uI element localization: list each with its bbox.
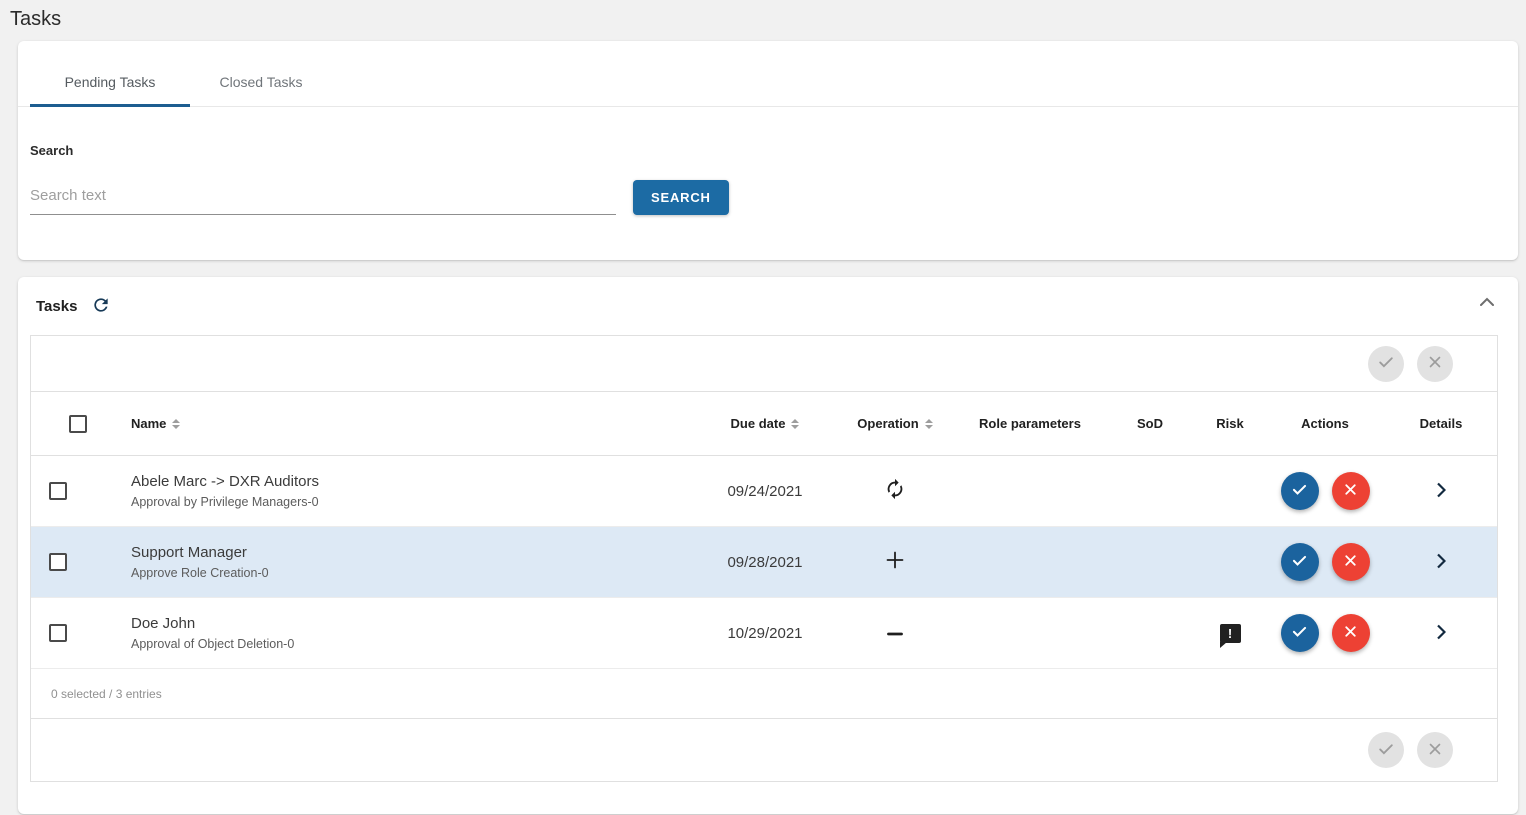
column-header-role-parameters: Role parameters bbox=[955, 416, 1105, 431]
approve-selected-button[interactable] bbox=[1368, 346, 1404, 382]
column-header-operation[interactable]: Operation bbox=[835, 416, 955, 431]
tasks-panel-title: Tasks bbox=[36, 298, 77, 315]
tab-closed-tasks[interactable]: Closed Tasks bbox=[190, 41, 332, 106]
check-icon bbox=[1376, 739, 1396, 762]
close-icon bbox=[1342, 481, 1359, 501]
table-row[interactable]: Abele Marc -> DXR Auditors Approval by P… bbox=[31, 456, 1497, 527]
sort-icon bbox=[791, 419, 799, 429]
sync-operation-icon bbox=[884, 478, 906, 505]
chevron-up-icon bbox=[1480, 295, 1494, 310]
column-header-name[interactable]: Name bbox=[106, 416, 695, 431]
row-checkbox[interactable] bbox=[49, 482, 67, 500]
task-description: Approve Role Creation-0 bbox=[131, 566, 695, 580]
column-header-risk: Risk bbox=[1195, 416, 1265, 431]
column-header-sod-label: SoD bbox=[1137, 416, 1163, 431]
column-header-role-parameters-label: Role parameters bbox=[979, 416, 1081, 431]
refresh-button[interactable] bbox=[91, 295, 111, 318]
sort-icon bbox=[172, 419, 180, 429]
search-input-underline bbox=[30, 187, 616, 215]
approve-button[interactable] bbox=[1281, 472, 1319, 510]
table-header-row: Name Due date Operation Role parameters … bbox=[31, 392, 1497, 456]
approve-button[interactable] bbox=[1281, 614, 1319, 652]
check-icon bbox=[1290, 480, 1309, 502]
column-header-operation-label: Operation bbox=[857, 416, 918, 431]
table-row[interactable]: Doe John Approval of Object Deletion-0 1… bbox=[31, 598, 1497, 669]
search-input[interactable] bbox=[30, 187, 616, 214]
deny-button[interactable] bbox=[1332, 614, 1370, 652]
task-name: Doe John bbox=[131, 615, 695, 632]
approve-selected-button[interactable] bbox=[1368, 732, 1404, 768]
column-header-name-label: Name bbox=[131, 416, 166, 431]
check-icon bbox=[1376, 352, 1396, 375]
column-header-actions: Actions bbox=[1265, 416, 1385, 431]
details-button[interactable] bbox=[1436, 624, 1446, 643]
reject-selected-button[interactable] bbox=[1417, 732, 1453, 768]
column-header-due-date-label: Due date bbox=[731, 416, 786, 431]
deny-button[interactable] bbox=[1332, 472, 1370, 510]
tab-pending-tasks[interactable]: Pending Tasks bbox=[30, 41, 190, 106]
close-icon bbox=[1342, 623, 1359, 643]
search-section-label: Search bbox=[30, 143, 1518, 158]
tasks-page: Tasks Pending Tasks Closed Tasks Search … bbox=[8, 6, 1518, 814]
bulk-actions-toolbar-bottom bbox=[31, 719, 1497, 781]
sort-icon bbox=[925, 419, 933, 429]
column-header-due-date[interactable]: Due date bbox=[695, 416, 835, 431]
selection-summary: 0 selected / 3 entries bbox=[31, 669, 1497, 719]
tasks-panel-header: Tasks bbox=[30, 291, 1498, 321]
select-all-checkbox[interactable] bbox=[69, 415, 87, 433]
chevron-right-icon bbox=[1436, 553, 1446, 572]
close-icon bbox=[1426, 740, 1444, 761]
chevron-right-icon bbox=[1436, 482, 1446, 501]
bulk-actions-toolbar-top bbox=[31, 336, 1497, 392]
deny-button[interactable] bbox=[1332, 543, 1370, 581]
task-due-date: 10/29/2021 bbox=[695, 625, 835, 642]
minus-operation-icon bbox=[887, 624, 903, 642]
tab-closed-tasks-label: Closed Tasks bbox=[219, 74, 302, 90]
check-icon bbox=[1290, 622, 1309, 644]
risk-warning-icon[interactable]: ! bbox=[1220, 624, 1241, 643]
task-description: Approval by Privilege Managers-0 bbox=[131, 495, 695, 509]
close-icon bbox=[1426, 353, 1444, 374]
task-due-date: 09/24/2021 bbox=[695, 483, 835, 500]
table-row[interactable]: Support Manager Approve Role Creation-0 … bbox=[31, 527, 1497, 598]
refresh-icon bbox=[91, 295, 111, 318]
column-header-details-label: Details bbox=[1420, 416, 1463, 431]
details-button[interactable] bbox=[1436, 553, 1446, 572]
row-checkbox[interactable] bbox=[49, 624, 67, 642]
tasks-panel: Tasks bbox=[18, 277, 1518, 814]
reject-selected-button[interactable] bbox=[1417, 346, 1453, 382]
search-card: Pending Tasks Closed Tasks Search SEARCH bbox=[18, 41, 1518, 260]
column-header-sod: SoD bbox=[1105, 416, 1195, 431]
page-title: Tasks bbox=[8, 6, 1518, 41]
check-icon bbox=[1290, 551, 1309, 573]
details-button[interactable] bbox=[1436, 482, 1446, 501]
task-name: Abele Marc -> DXR Auditors bbox=[131, 473, 695, 490]
tab-pending-tasks-label: Pending Tasks bbox=[65, 74, 156, 90]
task-name: Support Manager bbox=[131, 544, 695, 561]
column-header-details: Details bbox=[1385, 416, 1497, 431]
task-description: Approval of Object Deletion-0 bbox=[131, 637, 695, 651]
search-section: Search SEARCH bbox=[18, 107, 1518, 215]
tab-bar: Pending Tasks Closed Tasks bbox=[18, 41, 1518, 107]
collapse-panel-button[interactable] bbox=[1480, 295, 1494, 310]
tasks-table-container: Name Due date Operation Role parameters … bbox=[30, 335, 1498, 782]
search-button[interactable]: SEARCH bbox=[633, 180, 729, 215]
approve-button[interactable] bbox=[1281, 543, 1319, 581]
task-due-date: 09/28/2021 bbox=[695, 554, 835, 571]
close-icon bbox=[1342, 552, 1359, 572]
column-header-actions-label: Actions bbox=[1301, 416, 1349, 431]
chevron-right-icon bbox=[1436, 624, 1446, 643]
plus-operation-icon bbox=[886, 551, 904, 574]
column-header-risk-label: Risk bbox=[1216, 416, 1243, 431]
row-checkbox[interactable] bbox=[49, 553, 67, 571]
